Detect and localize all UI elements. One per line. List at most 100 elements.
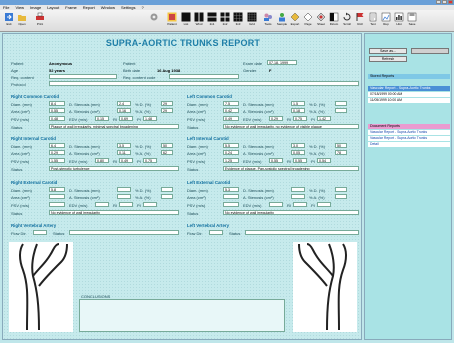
save-as-button[interactable]: Save as... (369, 48, 407, 54)
lec-pd-field[interactable] (335, 187, 347, 192)
rec-pi-field[interactable] (143, 202, 157, 207)
scroll-tool[interactable]: Scroll (341, 12, 353, 30)
conclusions-field[interactable] (79, 299, 285, 332)
protocol-field[interactable] (49, 81, 359, 86)
lic-diam-field[interactable]: 5.5 (223, 143, 239, 148)
lic-asten-field[interactable]: 0.05 (291, 150, 305, 155)
lva-status-field[interactable] (245, 230, 359, 235)
lec-psv-field[interactable] (223, 202, 239, 207)
ric-psv-field[interactable]: 1.55 (49, 158, 65, 163)
close-button[interactable] (448, 0, 453, 4)
sample-tool[interactable]: Sample (276, 12, 288, 30)
exit-tool[interactable]: Exit (3, 12, 15, 30)
ric-pd-field[interactable]: 50 (161, 143, 173, 148)
ric-diam-field[interactable]: 6.4 (49, 143, 65, 148)
maximize-button[interactable] (442, 0, 447, 4)
lcc-status-field[interactable]: No evidence of wall irregularity, no evi… (223, 124, 359, 129)
ric-pa-field[interactable]: 62 (161, 150, 173, 155)
req-content-field[interactable] (49, 74, 117, 79)
grid-tool[interactable]: Grid (246, 12, 258, 30)
lec-area-field[interactable] (223, 194, 239, 199)
open-tool[interactable]: Open (16, 12, 28, 30)
ric-dsten-field[interactable]: 3.5 (117, 143, 131, 148)
layout-2x1-tool[interactable]: 2x1 (206, 12, 218, 30)
rva-status-field[interactable] (69, 230, 179, 235)
lec-asten-field[interactable] (291, 194, 305, 199)
rcc-pi-field[interactable]: 1.48 (143, 116, 157, 121)
rec-diam-field[interactable]: 5.8 (49, 187, 65, 192)
document-report-item-1[interactable]: Vascular Report - Supra-Aortic Trunks (368, 130, 450, 135)
lcc-dsten-field[interactable]: 1.5 (291, 101, 305, 106)
rcc-psv-field[interactable]: 0.48 (49, 116, 65, 121)
lcc-pa-field[interactable] (335, 108, 347, 113)
stored-report-date-2[interactable]: 11/05/1999 10:00 AM (368, 98, 450, 103)
exam-date-field[interactable]: 07.18. 1999 (267, 60, 297, 65)
lic-area-field[interactable]: 0.24 (223, 150, 239, 155)
rec-asten-field[interactable] (117, 194, 131, 199)
lcc-asten-field[interactable]: 0.18 (291, 108, 305, 113)
save-tool[interactable]: Save (406, 12, 418, 30)
rva-flow-field[interactable] (33, 230, 47, 235)
lcc-psv-field[interactable]: 0.49 (223, 116, 239, 121)
wind-tool[interactable]: Wind (193, 12, 205, 30)
lec-pi-field[interactable] (317, 202, 331, 207)
minimize-button[interactable] (436, 0, 441, 4)
ric-edv-field[interactable]: 0.80 (95, 158, 109, 163)
lcc-edv-field[interactable]: 0.29 (269, 116, 283, 121)
tools-tool[interactable]: Tools (262, 12, 274, 30)
rcc-asten-field[interactable]: 0.16 (117, 108, 131, 113)
rec-pa-field[interactable] (161, 194, 173, 199)
layout-2x2-tool[interactable]: 2x2 (219, 12, 231, 30)
lic-pd-field[interactable]: 50 (335, 143, 347, 148)
lic-psv-field[interactable]: 1.25 (223, 158, 239, 163)
document-report-item-2[interactable]: Vascular Report - Supra-Aortic Trunks (368, 136, 450, 141)
rec-edv-field[interactable] (95, 202, 109, 207)
lic-edv-field[interactable]: 0.55 (269, 158, 283, 163)
rcc-pd-field[interactable]: 29 (161, 101, 173, 106)
rcc-dsten-field[interactable]: 2.4 (117, 101, 131, 106)
lcc-pi-field[interactable]: 1.42 (317, 116, 331, 121)
ric-asten-field[interactable]: 0.11 (117, 150, 131, 155)
rec-area-field[interactable] (49, 194, 65, 199)
lec-ri-field[interactable] (293, 202, 307, 207)
lic-status-field[interactable]: Evidence of plaque. Pan-systolic spectra… (223, 166, 359, 171)
stored-report-title[interactable]: Vascular Report - Supra-Aortic Trunks (368, 86, 450, 91)
dicom-tool[interactable]: Dicom (328, 12, 340, 30)
ric-pi-field[interactable]: 0.75 (143, 158, 157, 163)
refresh-button[interactable]: Refresh (369, 56, 407, 62)
rcc-diam-field[interactable]: 8.4 (49, 101, 65, 106)
lec-dsten-field[interactable] (291, 187, 305, 192)
lec-edv-field[interactable] (269, 202, 283, 207)
rcc-edv-field[interactable]: 0.15 (95, 116, 109, 121)
rcc-pa-field[interactable]: 29 (161, 108, 173, 113)
lcc-diam-field[interactable]: 7.5 (223, 101, 239, 106)
ric-status-field[interactable]: Post-stenotic turbulence (49, 166, 179, 171)
req-content-code-field[interactable] (169, 74, 239, 79)
hist-tool[interactable]: Hist (393, 12, 405, 30)
lec-status-field[interactable]: No evidence of wall irregularity (223, 210, 359, 215)
rec-pd-field[interactable] (161, 187, 173, 192)
rcc-status-field[interactable]: Plaque of wall irregularity, minimal spe… (49, 124, 179, 129)
rep-tool[interactable]: Rep (380, 12, 392, 30)
rec-status-field[interactable]: No evidence of wall irregularity (49, 210, 179, 215)
layout-3x3-tool[interactable]: 3x3 (232, 12, 244, 30)
rcc-ri-field[interactable]: 0.69 (119, 116, 133, 121)
lec-pa-field[interactable] (335, 194, 347, 199)
lic-pa-field[interactable]: 78 (335, 150, 347, 155)
ric-ri-field[interactable]: 0.49 (119, 158, 133, 163)
lva-flow-field[interactable] (209, 230, 223, 235)
document-report-item-3[interactable]: Detail (368, 142, 450, 147)
rec-ri-field[interactable] (119, 202, 133, 207)
stored-report-date-1[interactable]: 07/18/1999 00:00 AM (368, 92, 450, 97)
lcc-pd-field[interactable] (335, 101, 347, 106)
rec-psv-field[interactable] (49, 202, 65, 207)
lcc-ri-field[interactable]: 0.75 (293, 116, 307, 121)
lic-ri-field[interactable]: 0.55 (293, 158, 307, 163)
page-tool[interactable]: Page (302, 12, 314, 30)
ric-area-field[interactable]: 0.29 (49, 150, 65, 155)
export-tool[interactable]: Export (289, 12, 301, 30)
settings-tool[interactable] (148, 12, 160, 30)
lec-diam-field[interactable]: 5.3 (223, 187, 239, 192)
rec-dsten-field[interactable] (117, 187, 131, 192)
lcc-area-field[interactable]: 0.42 (223, 108, 239, 113)
